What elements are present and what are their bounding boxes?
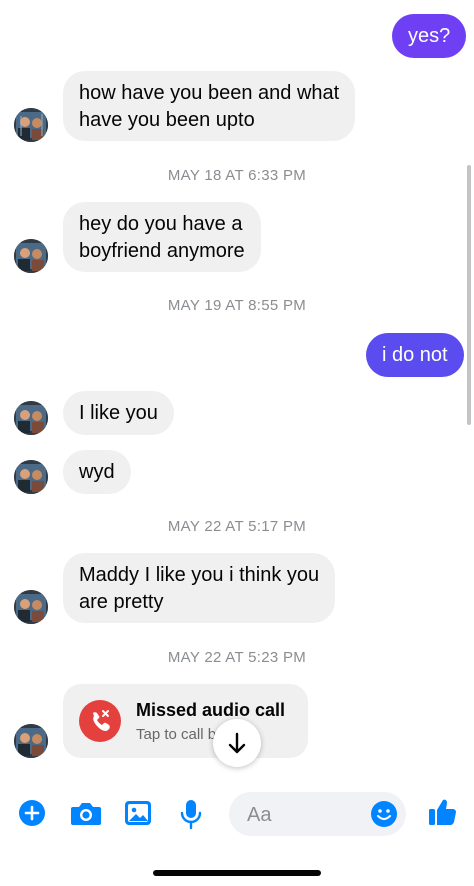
emoji-button[interactable] [370, 800, 398, 833]
incoming-message[interactable]: wyd [63, 450, 131, 494]
message-text: I like you [79, 402, 158, 424]
message-text: yes? [408, 25, 451, 47]
message-line: hey do you have a [79, 213, 243, 235]
avatar[interactable] [14, 108, 48, 142]
plus-icon [19, 800, 45, 826]
outgoing-message[interactable]: yes? [392, 14, 467, 58]
avatar-image [14, 590, 48, 624]
avatar[interactable] [14, 401, 48, 435]
avatar-image [14, 239, 48, 273]
emoji-icon [371, 801, 397, 827]
message-line: how have you been and what [79, 82, 340, 104]
message-text: wyd [79, 461, 115, 483]
missed-call-card[interactable]: Missed audio call Tap to call back [63, 684, 308, 758]
camera-icon [71, 803, 101, 825]
scroll-to-bottom-button[interactable] [213, 719, 261, 767]
like-button[interactable] [426, 796, 458, 833]
missed-call-icon [79, 700, 121, 742]
timestamp: MAY 22 AT 5:23 PM [167, 649, 307, 666]
call-title: Missed audio call [136, 700, 286, 720]
thumbs-up-icon [429, 799, 456, 825]
message-line: have you been upto [79, 109, 255, 131]
avatar[interactable] [14, 590, 48, 624]
home-indicator [153, 870, 321, 876]
message-input[interactable] [245, 792, 369, 838]
gallery-icon [125, 801, 151, 825]
incoming-message[interactable]: how have you been and what have you been… [63, 71, 356, 141]
avatar-image [14, 460, 48, 494]
message-line: Maddy I like you i think you [79, 564, 320, 586]
scrollbar[interactable] [467, 165, 471, 425]
avatar[interactable] [14, 239, 48, 273]
microphone-button[interactable] [178, 798, 204, 835]
avatar-image [14, 108, 48, 142]
message-line: boyfriend anymore [79, 240, 245, 262]
message-line: are pretty [79, 591, 164, 613]
camera-button[interactable] [69, 798, 103, 833]
incoming-message[interactable]: hey do you have a boyfriend anymore [63, 202, 261, 272]
plus-button[interactable] [17, 798, 47, 833]
message-composer[interactable] [229, 792, 406, 838]
avatar-image [14, 724, 48, 758]
avatar[interactable] [14, 460, 48, 494]
gallery-button[interactable] [123, 798, 153, 833]
arrow-down-icon [228, 732, 246, 754]
incoming-message[interactable]: Maddy I like you i think you are pretty [63, 553, 336, 623]
timestamp: MAY 18 AT 6:33 PM [167, 167, 307, 184]
microphone-icon [180, 800, 202, 830]
timestamp: MAY 19 AT 8:55 PM [167, 297, 307, 314]
incoming-message[interactable]: I like you [63, 391, 174, 435]
timestamp: MAY 22 AT 5:17 PM [167, 518, 307, 535]
outgoing-message[interactable]: i do not [366, 333, 464, 377]
avatar[interactable] [14, 724, 48, 758]
avatar-image [14, 401, 48, 435]
message-text: i do not [382, 344, 448, 366]
